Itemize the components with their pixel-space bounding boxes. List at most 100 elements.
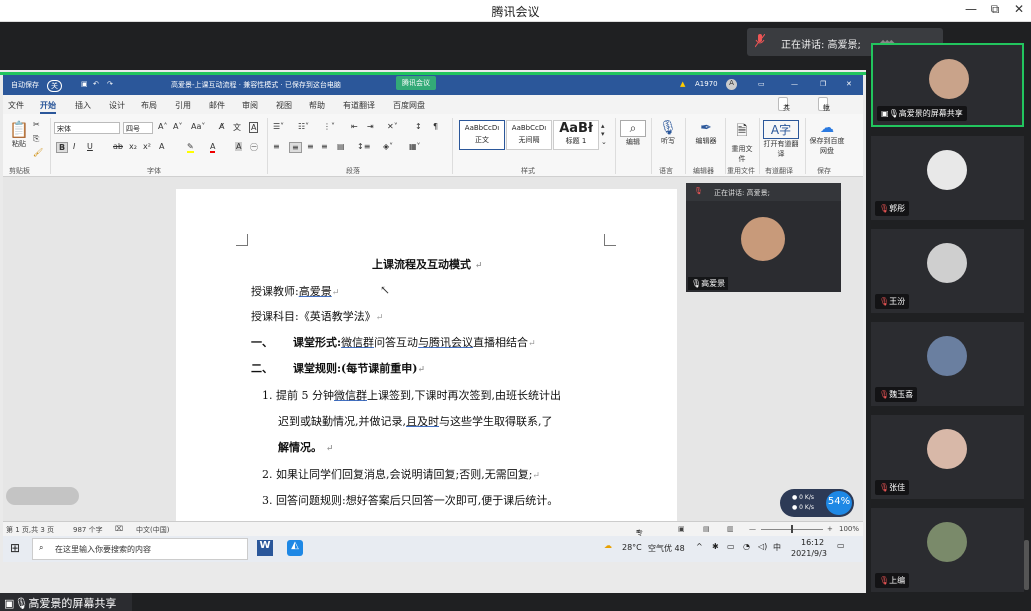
tab-baidu[interactable]: 百度网盘 bbox=[393, 100, 425, 111]
participant-tile[interactable]: 🎙郭彤 bbox=[871, 136, 1024, 220]
tab-insert[interactable]: 插入 bbox=[75, 100, 91, 111]
tab-home[interactable]: 开始 bbox=[40, 100, 56, 114]
show-marks-icon[interactable]: ¶ bbox=[433, 122, 438, 131]
tencent-meeting-app-icon[interactable]: ◭ bbox=[287, 540, 303, 556]
tab-layout[interactable]: 布局 bbox=[141, 100, 157, 111]
read-mode-icon[interactable]: ▣ bbox=[678, 525, 685, 533]
zoom-level[interactable]: 100% bbox=[839, 525, 859, 533]
page-count[interactable]: 第 1 页,共 3 页 bbox=[6, 525, 54, 535]
meeting-overlay[interactable]: 腾讯会议 bbox=[396, 76, 436, 90]
underline-icon[interactable]: U bbox=[87, 142, 93, 151]
enclose-char-icon[interactable]: ㊀ bbox=[250, 142, 258, 153]
word-count[interactable]: 987 个字 bbox=[73, 525, 103, 535]
line-spacing-icon[interactable]: ↕≡ bbox=[357, 142, 370, 151]
distributed-icon[interactable]: ▤ bbox=[337, 142, 345, 151]
tab-review[interactable]: 审阅 bbox=[242, 100, 258, 111]
tab-file[interactable]: 文件 bbox=[8, 100, 24, 111]
tab-help[interactable]: 帮助 bbox=[309, 100, 325, 111]
tab-references[interactable]: 引用 bbox=[175, 100, 191, 111]
save-baidu-button[interactable]: ☁ 保存到百度网盘 bbox=[809, 120, 845, 156]
volume-icon[interactable]: ◁) bbox=[758, 542, 767, 551]
tab-mailings[interactable]: 邮件 bbox=[209, 100, 225, 111]
bold-icon[interactable]: B bbox=[56, 142, 69, 153]
restore-word-icon[interactable]: ❐ bbox=[820, 80, 826, 88]
style-heading1[interactable]: AaBł 标题 1 bbox=[553, 120, 599, 150]
windows-start-icon[interactable]: ⊞ bbox=[10, 541, 20, 555]
decrease-indent-icon[interactable]: ⇤ bbox=[351, 122, 358, 131]
participant-tile[interactable]: 🎙上编 bbox=[871, 508, 1024, 592]
clear-format-icon[interactable]: A̸ bbox=[219, 122, 224, 131]
participant-tile[interactable]: 🎙张佳 bbox=[871, 415, 1024, 499]
restore-icon[interactable]: ⧉ bbox=[986, 2, 1004, 17]
bullets-icon[interactable]: ☰˅ bbox=[273, 122, 284, 131]
font-color-icon[interactable]: A bbox=[210, 142, 216, 153]
clock-date[interactable]: 2021/9/3 bbox=[791, 549, 827, 558]
styles-more-icon[interactable]: ▴ ▾ ⌄ bbox=[601, 122, 607, 146]
tab-youdao[interactable]: 有道翻译 bbox=[343, 100, 375, 111]
user-avatar[interactable]: A bbox=[726, 79, 737, 90]
align-left-icon[interactable]: ≡ bbox=[273, 142, 280, 151]
editor-button[interactable]: ✒ 编辑器 bbox=[689, 120, 723, 146]
temperature[interactable]: 28°C bbox=[622, 543, 642, 552]
increase-indent-icon[interactable]: ⇥ bbox=[367, 122, 374, 131]
zoom-in-icon[interactable]: + bbox=[827, 525, 833, 533]
font-size-select[interactable]: 四号 bbox=[123, 122, 153, 134]
youdao-translate-button[interactable]: A字 打开有道翻译 bbox=[763, 120, 799, 159]
text-effects-icon[interactable]: A bbox=[159, 142, 164, 151]
close-word-icon[interactable]: ✕ bbox=[846, 80, 852, 88]
participants-scrollbar[interactable] bbox=[1024, 540, 1029, 590]
superscript-icon[interactable]: x² bbox=[143, 142, 151, 151]
shrink-font-icon[interactable]: A˅ bbox=[173, 122, 182, 131]
font-name-select[interactable]: 宋体 bbox=[54, 122, 120, 134]
ribbon-display-icon[interactable]: ▭ bbox=[758, 80, 765, 88]
tray-expand-icon[interactable]: ^ bbox=[696, 542, 703, 551]
share-button[interactable]: ↗ 共享 bbox=[778, 97, 790, 122]
reuse-files-button[interactable]: 🗎 重用文件 bbox=[729, 120, 755, 164]
autosave-toggle[interactable]: 关 bbox=[47, 80, 62, 92]
phonetic-guide-icon[interactable]: 文 bbox=[233, 122, 241, 133]
italic-icon[interactable]: I bbox=[73, 142, 75, 151]
paste-button[interactable]: 📋 粘贴 bbox=[9, 120, 29, 149]
bluetooth-icon[interactable]: ✱ bbox=[712, 542, 719, 551]
save-icon[interactable]: ▣ bbox=[81, 80, 88, 88]
multilevel-list-icon[interactable]: ⋮˅ bbox=[323, 122, 335, 131]
network-icon[interactable]: ◔ bbox=[743, 542, 750, 551]
language-status[interactable]: 中文(中国) bbox=[136, 525, 169, 535]
clock-time[interactable]: 16:12 bbox=[801, 538, 824, 547]
copy-icon[interactable]: ⎘ bbox=[33, 134, 39, 144]
sort-icon[interactable]: ↕ bbox=[415, 122, 422, 131]
close-icon[interactable]: ✕ bbox=[1010, 2, 1028, 16]
char-border-icon[interactable]: A bbox=[249, 122, 259, 133]
char-shading-icon[interactable]: A bbox=[235, 142, 243, 151]
print-layout-icon[interactable]: ▤ bbox=[703, 525, 710, 533]
minimize-word-icon[interactable]: — bbox=[791, 80, 798, 88]
dictate-button[interactable]: 🎙 听写 bbox=[655, 120, 681, 146]
edit-button[interactable]: ⌕ 编辑 bbox=[620, 120, 646, 147]
borders-icon[interactable]: ▦˅ bbox=[409, 142, 421, 151]
participant-tile[interactable]: 🎙魏玉喜 bbox=[871, 322, 1024, 406]
taskbar-search[interactable]: ⌕ 在这里输入你要搜索的内容 bbox=[32, 538, 248, 560]
air-quality[interactable]: 空气优 48 bbox=[648, 543, 685, 554]
tab-view[interactable]: 视图 bbox=[276, 100, 292, 111]
justify-icon[interactable]: ≡ bbox=[321, 142, 328, 151]
minimize-icon[interactable]: — bbox=[962, 2, 980, 16]
redo-icon[interactable]: ↷ bbox=[107, 80, 113, 88]
subscript-icon[interactable]: x₂ bbox=[129, 142, 137, 151]
zoom-out-icon[interactable]: — bbox=[749, 525, 756, 533]
numbering-icon[interactable]: ☷˅ bbox=[298, 122, 309, 131]
zoom-slider-thumb[interactable] bbox=[791, 525, 793, 533]
meeting-mini-toolbar[interactable] bbox=[6, 487, 79, 505]
word-app-icon[interactable]: W bbox=[257, 540, 273, 556]
battery-icon[interactable]: ▭ bbox=[727, 542, 735, 551]
style-no-spacing[interactable]: AaBbCcDı 无间隔 bbox=[506, 120, 552, 150]
comments-button[interactable]: ▭ 批注 bbox=[818, 97, 830, 122]
format-painter-icon[interactable]: 🖌 bbox=[33, 148, 43, 157]
change-case-icon[interactable]: Aa˅ bbox=[191, 122, 205, 131]
shading-icon[interactable]: ◈˅ bbox=[383, 142, 393, 151]
asian-layout-icon[interactable]: ✕˅ bbox=[387, 122, 398, 131]
web-layout-icon[interactable]: ▥ bbox=[727, 525, 734, 533]
highlight-icon[interactable]: ✎ bbox=[187, 142, 194, 153]
align-right-icon[interactable]: ≡ bbox=[307, 142, 314, 151]
proofing-icon[interactable]: ⌧ bbox=[115, 525, 123, 533]
ime-indicator[interactable]: 中 bbox=[773, 542, 781, 553]
